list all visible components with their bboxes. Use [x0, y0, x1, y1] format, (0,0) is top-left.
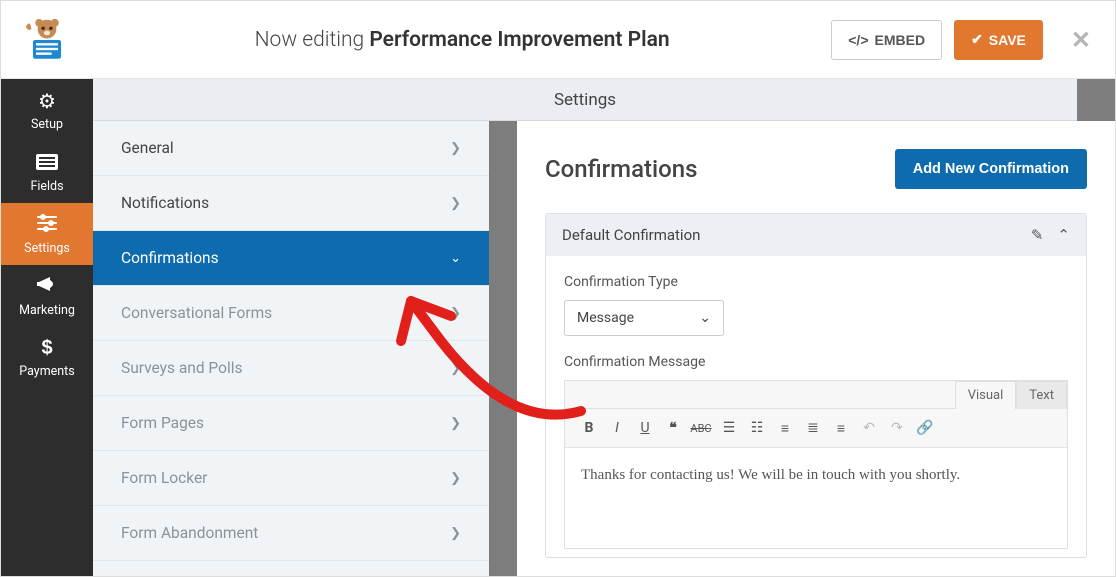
pencil-icon[interactable]: ✎	[1031, 226, 1044, 244]
chevron-right-icon: ❯	[450, 306, 461, 321]
panel-head: Confirmations Add New Confirmation	[545, 149, 1087, 189]
link-icon[interactable]: 🔗	[911, 415, 939, 441]
submenu-label: General	[121, 139, 174, 157]
list-icon	[36, 151, 58, 175]
submenu-item-form-pages[interactable]: Form Pages ❯	[93, 396, 489, 451]
chevron-down-icon: ⌄	[450, 251, 461, 266]
save-label: SAVE	[989, 32, 1026, 48]
chevron-right-icon: ❯	[450, 361, 461, 376]
sidebar-item-label: Setup	[31, 117, 63, 132]
submenu-item-conversational-forms[interactable]: Conversational Forms ❯	[93, 286, 489, 341]
align-right-icon[interactable]: ≡	[827, 415, 855, 441]
embed-button[interactable]: </> EMBED	[831, 20, 942, 60]
submenu-item-general[interactable]: General ❯	[93, 121, 489, 176]
message-editor: Visual Text B I U ❝ ABC ☰ ☷	[564, 380, 1068, 549]
editor-tabs: Visual Text	[565, 381, 1067, 409]
submenu-label: Form Pages	[121, 414, 204, 432]
editor-tab-text[interactable]: Text	[1016, 381, 1067, 409]
align-center-icon[interactable]: ≣	[799, 415, 827, 441]
submenu-item-surveys-polls[interactable]: Surveys and Polls ❯	[93, 341, 489, 396]
submenu-item-form-abandonment[interactable]: Form Abandonment ❯	[93, 506, 489, 561]
chevron-right-icon: ❯	[450, 471, 461, 486]
sidebar-item-settings[interactable]: Settings	[1, 203, 93, 265]
redo-icon[interactable]: ↷	[883, 415, 911, 441]
code-icon: </>	[848, 32, 868, 48]
content: General ❯ Notifications ❯ Confirmations …	[93, 79, 1115, 576]
chevron-right-icon: ❯	[450, 196, 461, 211]
main: ⚙ Setup Fields Settings Marketing $ Paym…	[1, 79, 1115, 576]
collapse-icon[interactable]: ⌃	[1057, 226, 1070, 244]
submenu-label: Form Abandonment	[121, 524, 258, 542]
sidebar-item-label: Fields	[30, 179, 63, 194]
confirmations-panel: Confirmations Add New Confirmation Defau…	[517, 121, 1115, 576]
confirmation-type-label: Confirmation Type	[564, 274, 1068, 290]
chevron-right-icon: ❯	[450, 141, 461, 156]
editing-prefix: Now editing	[255, 28, 365, 52]
card-head[interactable]: Default Confirmation ✎ ⌃	[546, 214, 1086, 256]
card-body: Confirmation Type Message ⌄ Confirmation…	[546, 256, 1086, 557]
chevron-down-icon: ⌄	[699, 310, 711, 326]
save-button[interactable]: ✔ SAVE	[954, 20, 1043, 60]
bold-icon[interactable]: B	[575, 415, 603, 441]
add-confirmation-button[interactable]: Add New Confirmation	[895, 149, 1087, 189]
sidebar-item-label: Payments	[19, 364, 74, 379]
confirmation-message-label: Confirmation Message	[564, 354, 1068, 370]
chevron-right-icon: ❯	[450, 526, 461, 541]
app-logo	[1, 15, 93, 65]
underline-icon[interactable]: U	[631, 415, 659, 441]
sidebar-item-payments[interactable]: $ Payments	[1, 327, 93, 389]
numbered-list-icon[interactable]: ☷	[743, 415, 771, 441]
card-title: Default Confirmation	[562, 226, 700, 244]
dollar-icon: $	[41, 337, 52, 360]
gear-icon: ⚙	[38, 89, 56, 113]
submenu-label: Conversational Forms	[121, 304, 272, 322]
undo-icon[interactable]: ↶	[855, 415, 883, 441]
panel-title: Confirmations	[545, 155, 697, 183]
submenu-item-notifications[interactable]: Notifications ❯	[93, 176, 489, 231]
submenu-label: Notifications	[121, 194, 209, 212]
editor-tab-visual[interactable]: Visual	[955, 381, 1017, 409]
italic-icon[interactable]: I	[603, 415, 631, 441]
strikethrough-icon[interactable]: ABC	[687, 415, 715, 441]
sidebar-item-label: Settings	[24, 241, 70, 256]
top-actions: </> EMBED ✔ SAVE ✕	[831, 20, 1091, 60]
editor-body[interactable]: Thanks for contacting us! We will be in …	[565, 448, 1067, 548]
topbar: Now editing Performance Improvement Plan…	[1, 1, 1115, 79]
sidebar-item-setup[interactable]: ⚙ Setup	[1, 79, 93, 141]
embed-label: EMBED	[875, 32, 926, 48]
editor-toolbar: B I U ❝ ABC ☰ ☷ ≡ ≣ ≡ ↶	[565, 409, 1067, 448]
submenu-label: Confirmations	[121, 249, 219, 267]
bullet-list-icon[interactable]: ☰	[715, 415, 743, 441]
submenu-item-confirmations[interactable]: Confirmations ⌄	[93, 231, 489, 286]
megaphone-icon	[36, 274, 58, 299]
confirmation-card: Default Confirmation ✎ ⌃ Confirmation Ty…	[545, 213, 1087, 558]
sidebar-item-fields[interactable]: Fields	[1, 141, 93, 203]
submenu-item-form-locker[interactable]: Form Locker ❯	[93, 451, 489, 506]
sidebar: ⚙ Setup Fields Settings Marketing $ Paym…	[1, 79, 93, 576]
form-name: Performance Improvement Plan	[369, 28, 669, 52]
submenu-label: Surveys and Polls	[121, 359, 242, 377]
select-value: Message	[577, 310, 634, 326]
sidebar-item-label: Marketing	[19, 303, 75, 318]
page-title: Now editing Performance Improvement Plan	[93, 28, 831, 52]
check-icon: ✔	[971, 31, 983, 48]
sliders-icon	[36, 213, 58, 237]
align-left-icon[interactable]: ≡	[771, 415, 799, 441]
panel-column: Confirmations Add New Confirmation Defau…	[493, 79, 1115, 576]
confirmation-type-select[interactable]: Message ⌄	[564, 300, 724, 336]
settings-submenu: General ❯ Notifications ❯ Confirmations …	[93, 79, 493, 576]
close-icon[interactable]: ✕	[1071, 26, 1091, 54]
sidebar-item-marketing[interactable]: Marketing	[1, 265, 93, 327]
quote-icon[interactable]: ❝	[659, 415, 687, 441]
submenu-label: Form Locker	[121, 469, 207, 487]
settings-header: Settings	[93, 79, 1077, 121]
chevron-right-icon: ❯	[450, 416, 461, 431]
